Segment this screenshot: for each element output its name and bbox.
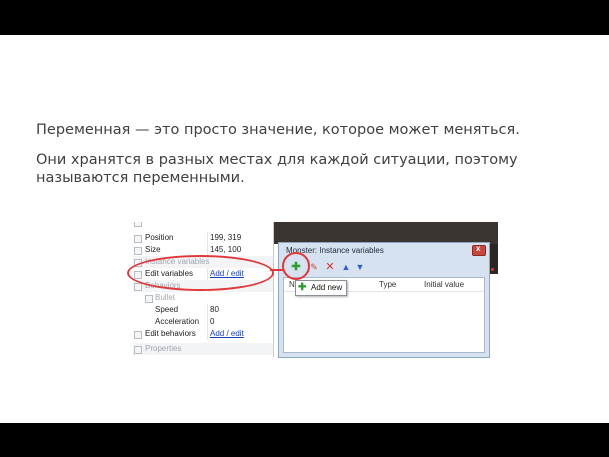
property-row-speed[interactable]: Speed 80 (133, 304, 273, 316)
cross-icon[interactable]: ✕ (323, 260, 337, 274)
property-label: Position (145, 233, 174, 242)
column-header-type[interactable]: Type (379, 280, 396, 289)
add-new-tooltip: ✚ Add new (295, 280, 347, 296)
slide-paragraph-2: Они хранятся в разных местах для каждой … (36, 152, 518, 186)
annotation-circle (282, 252, 310, 280)
property-row-position[interactable]: Position 199, 319 (133, 232, 273, 244)
property-label: Speed (155, 305, 179, 314)
instance-variables-dialog: Monster: Instance variables ✚ ✎ ✕ ▲ ▼ Na… (278, 242, 490, 358)
property-label: Acceleration (155, 317, 200, 326)
expand-square-icon (134, 331, 142, 339)
property-value[interactable]: 0 (210, 316, 214, 328)
column-divider (207, 304, 208, 316)
arrow-down-icon[interactable]: ▼ (353, 260, 367, 274)
collapse-square-icon (134, 346, 142, 354)
column-divider (207, 328, 208, 340)
column-header-initial-value[interactable]: Initial value (424, 280, 464, 289)
add-edit-behaviors-link[interactable]: Add / edit (210, 328, 244, 340)
collapse-square-icon (134, 283, 142, 291)
category-label: Bullet (155, 293, 176, 302)
property-label: Edit behaviors (145, 329, 196, 338)
column-divider (207, 232, 208, 244)
category-bullet[interactable]: Bullet (133, 292, 273, 304)
tooltip-text: Add new (311, 283, 343, 292)
slide-paragraph-1: Переменная — это просто значение, которо… (36, 122, 520, 138)
layout-canvas (273, 222, 498, 244)
column-divider (207, 316, 208, 328)
dialog-toolbar: ✚ ✎ ✕ ▲ ▼ (283, 259, 485, 277)
top-black-bar (0, 0, 609, 35)
property-row-acceleration[interactable]: Acceleration 0 (133, 316, 273, 328)
property-value[interactable]: 80 (210, 304, 219, 316)
category-properties[interactable]: Properties (133, 343, 273, 355)
expand-square-icon (134, 247, 142, 255)
expand-square-icon (134, 235, 142, 243)
property-row-cut (133, 222, 273, 228)
property-value[interactable]: 199, 319 (210, 232, 241, 244)
property-value[interactable]: 145, 100 (210, 244, 241, 256)
bottom-black-bar (0, 423, 609, 457)
arrow-up-icon[interactable]: ▲ (339, 260, 353, 274)
annotation-ellipse (127, 255, 274, 291)
property-label: Size (145, 245, 161, 254)
plus-icon: ✚ (298, 282, 307, 293)
category-label: Properties (145, 344, 182, 353)
collapse-square-icon (145, 295, 153, 303)
close-icon[interactable] (472, 244, 486, 256)
annotation-marker (491, 268, 494, 271)
property-row-edit-behaviors: Edit behaviors Add / edit (133, 328, 273, 340)
expand-square-icon (134, 222, 142, 227)
